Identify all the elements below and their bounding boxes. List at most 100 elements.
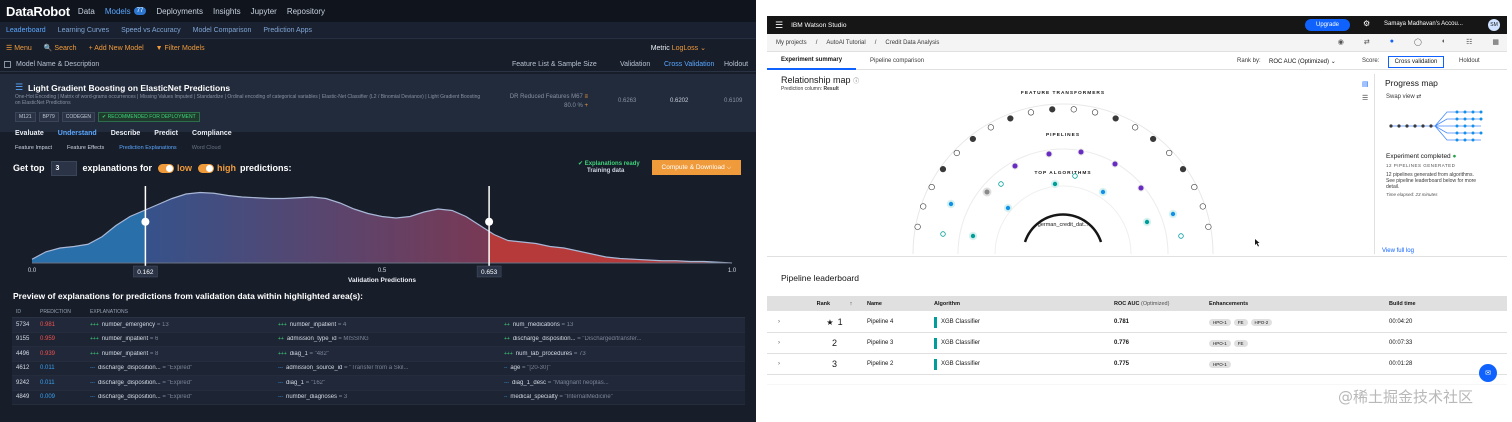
view-full-log-link[interactable]: View full log xyxy=(1382,248,1414,254)
pipeline-node[interactable] xyxy=(1012,163,1018,169)
subtab-feature-effects[interactable]: Feature Effects xyxy=(67,145,104,151)
metric-value[interactable]: LogLoss xyxy=(672,45,698,52)
high-toggle[interactable] xyxy=(198,163,215,173)
table-row[interactable]: 9242 0.011 --- discharge_disposition... = "… xyxy=(12,376,745,391)
holdout-button[interactable]: Holdout xyxy=(1459,58,1480,64)
high-threshold-handle[interactable] xyxy=(485,217,494,226)
model-row[interactable]: ☰ Light Gradient Boosting on ElasticNet … xyxy=(0,74,756,132)
tab-understand[interactable]: Understand xyxy=(58,130,97,137)
pipeline-node[interactable] xyxy=(1046,151,1052,157)
header-roc[interactable]: ROC AUC (Optimized) xyxy=(1114,301,1209,307)
algorithm-node[interactable] xyxy=(1098,187,1108,197)
chevron-right-icon[interactable]: › xyxy=(767,340,802,346)
header-build-time[interactable]: Build time xyxy=(1389,301,1469,307)
breadcrumb-my-projects[interactable]: My projects xyxy=(776,40,807,46)
hamburger-icon[interactable]: ☰ xyxy=(775,20,783,31)
info-icon[interactable]: ● xyxy=(1390,38,1394,46)
table-row[interactable]: 4612 0.011 --- discharge_disposition... = "… xyxy=(12,361,745,376)
algorithm-node[interactable] xyxy=(1003,203,1013,213)
nav-deployments[interactable]: Deployments xyxy=(156,7,203,16)
chat-icon[interactable]: ✉ xyxy=(1479,364,1497,382)
feature-transformer-node[interactable] xyxy=(939,166,947,173)
table-row[interactable]: › 2 Pipeline 3 XGB Classifier 0.776 HPO-1 FE 00… xyxy=(767,333,1507,354)
pipeline-node[interactable] xyxy=(1078,149,1084,155)
table-row[interactable]: › ★ 1 Pipeline 4 XGB Classifier 0.781 HPO-1 FE H… xyxy=(767,312,1507,333)
column-holdout[interactable]: Holdout xyxy=(724,61,748,68)
tool-add-new-model-button[interactable]: + Add New Model xyxy=(89,45,144,52)
feature-transformer-node[interactable] xyxy=(1179,166,1187,173)
algorithm-node[interactable] xyxy=(946,199,956,209)
algorithm-node[interactable] xyxy=(1050,179,1060,189)
swap-view-link[interactable]: Swap view ⇄ xyxy=(1386,93,1421,100)
filter-icon[interactable]: ☷ xyxy=(1466,38,1472,46)
column-feature-list[interactable]: Feature List & Sample Size xyxy=(512,61,620,68)
account-menu[interactable]: Samaya Madhavan's Accou... xyxy=(1384,21,1463,27)
tab-predict[interactable]: Predict xyxy=(154,130,178,137)
breadcrumb-autoai-tutorial[interactable]: AutoAI Tutorial xyxy=(826,40,865,46)
nav-repository[interactable]: Repository xyxy=(287,7,325,16)
subnav-learning-curves[interactable]: Learning Curves xyxy=(58,27,109,34)
feature-transformer-node[interactable] xyxy=(1070,106,1077,113)
algorithm-node[interactable] xyxy=(998,181,1004,187)
feature-transformer-node[interactable] xyxy=(914,223,921,230)
column-model-name[interactable]: Model Name & Description xyxy=(16,61,512,68)
pipeline-node[interactable] xyxy=(1138,185,1144,191)
tool-filter-models-button[interactable]: ▼ Filter Models xyxy=(156,45,205,52)
avatar[interactable]: SM xyxy=(1488,19,1500,31)
pipeline-name[interactable]: Pipeline 4 xyxy=(867,319,934,325)
explanation-count-input[interactable]: 3 xyxy=(50,160,77,176)
feature-transformer-node[interactable] xyxy=(1191,183,1198,191)
sort-arrow-icon[interactable]: ↑ xyxy=(850,301,853,307)
compare-icon[interactable]: ⇄ xyxy=(1364,38,1370,46)
feature-transformer-node[interactable] xyxy=(1091,109,1099,116)
column-cross-validation[interactable]: Cross Validation xyxy=(664,61,724,68)
algorithm-node[interactable] xyxy=(968,231,978,241)
feature-transformer-node[interactable] xyxy=(953,149,960,157)
upgrade-button[interactable]: Upgrade xyxy=(1305,19,1350,31)
column-validation[interactable]: Validation xyxy=(620,61,664,68)
plus-icon[interactable]: + xyxy=(584,103,588,109)
model-title[interactable]: Light Gradient Boosting on ElasticNet Pr… xyxy=(28,83,230,93)
table-row[interactable]: 5734 0.981 +++ number_emergency = 13 +++ numb… xyxy=(12,318,745,333)
feature-transformer-node[interactable] xyxy=(987,124,994,131)
feature-transformer-node[interactable] xyxy=(1112,115,1119,122)
low-toggle[interactable] xyxy=(158,163,175,173)
settings-icon[interactable]: ◯ xyxy=(1414,38,1422,46)
breadcrumb-credit-data-analysis[interactable]: Credit Data Analysis xyxy=(885,40,939,46)
info-icon[interactable]: ⓘ xyxy=(853,79,859,85)
algorithm-node[interactable] xyxy=(1072,173,1078,179)
tab-compliance[interactable]: Compliance xyxy=(192,130,232,137)
table-row[interactable]: 9155 0.959 +++ number_inpatient = 6 ++ admiss… xyxy=(12,332,745,347)
grid-icon[interactable]: ▦ xyxy=(1492,38,1499,46)
table-row[interactable]: › 3 Pipeline 2 XGB Classifier 0.775 HPO-1 00:0… xyxy=(767,354,1507,375)
pipeline-node[interactable] xyxy=(984,189,990,195)
watson-brand[interactable]: IBM Watson Studio xyxy=(791,22,846,29)
feature-list-name[interactable]: DR Reduced Features M67 xyxy=(510,94,583,100)
low-threshold-handle[interactable] xyxy=(141,217,150,226)
header-enhancements[interactable]: Enhancements xyxy=(1209,301,1389,307)
subtab-feature-impact[interactable]: Feature Impact xyxy=(15,145,52,151)
subtab-prediction-explanations[interactable]: Prediction Explanations xyxy=(119,145,176,151)
feature-transformer-node[interactable] xyxy=(1166,149,1173,157)
map-icon[interactable]: ▤ xyxy=(1362,80,1374,88)
relationship-map[interactable]: FEATURE TRANSFORMERS PIPELINES TOP ALGORIT… xyxy=(897,76,1357,256)
cross-validation-button[interactable]: Cross validation xyxy=(1388,56,1444,68)
feature-transformer-node[interactable] xyxy=(1027,109,1035,116)
feature-transformer-node[interactable] xyxy=(928,183,935,191)
feature-transformer-node[interactable] xyxy=(1007,115,1014,122)
pipeline-name[interactable]: Pipeline 3 xyxy=(867,340,934,346)
tab-evaluate[interactable]: Evaluate xyxy=(15,130,44,137)
history-icon[interactable]: ◐ xyxy=(1442,38,1446,46)
pipeline-node[interactable] xyxy=(1112,161,1118,167)
chevron-right-icon[interactable]: › xyxy=(767,361,802,367)
feature-transformer-node[interactable] xyxy=(1049,106,1056,113)
eye-icon[interactable]: ◉ xyxy=(1338,38,1344,46)
tool-menu-button[interactable]: ☰ Menu xyxy=(6,44,32,52)
feature-transformer-node[interactable] xyxy=(1199,203,1206,210)
tab-pipeline-comparison[interactable]: Pipeline comparison xyxy=(856,53,938,70)
subtab-word-cloud[interactable]: Word Cloud xyxy=(192,145,221,151)
algorithm-node[interactable] xyxy=(1178,233,1184,239)
chevron-right-icon[interactable]: › xyxy=(767,319,802,325)
table-row[interactable]: 4849 0.009 --- discharge_disposition... = "… xyxy=(12,390,745,405)
list-icon[interactable]: ☰ xyxy=(1362,94,1374,102)
